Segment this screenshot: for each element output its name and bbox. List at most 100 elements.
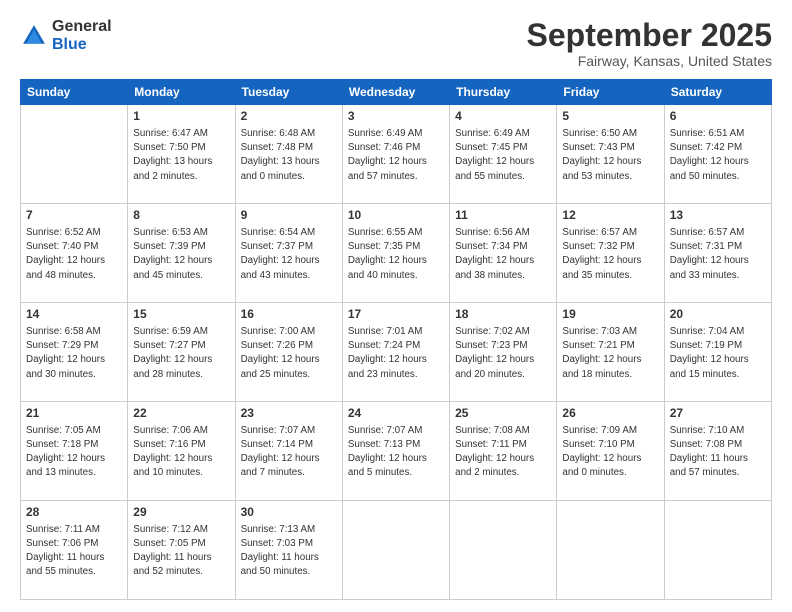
page-title: September 2025 [527,18,772,53]
day-info: Sunrise: 7:02 AMSunset: 7:23 PMDaylight:… [455,325,551,382]
calendar-cell: 13 Sunrise: 6:57 AMSunset: 7:31 PMDayligh… [664,204,771,303]
day-info: Sunrise: 7:09 AMSunset: 7:10 PMDaylight:… [562,424,658,481]
col-sunday: Sunday [21,80,128,105]
calendar-cell: 15Sunrise: 6:59 AMSunset: 7:27 PMDayligh… [128,303,235,402]
calendar-header-row: Sunday Monday Tuesday Wednesday Thursday… [21,80,772,105]
day-info: Sunrise: 6:57 AMSunset: 7:31 PMDaylight:… [670,226,766,283]
calendar-cell: 10 Sunrise: 6:55 AMSunset: 7:35 PMDayligh… [342,204,449,303]
day-number: 24 [348,405,444,422]
day-info: Sunrise: 7:10 AMSunset: 7:08 PMDaylight:… [670,424,766,481]
day-info: Sunrise: 7:06 AMSunset: 7:16 PMDaylight:… [133,424,229,481]
day-info: Sunrise: 7:08 AMSunset: 7:11 PMDaylight:… [455,424,551,481]
day-info: Sunrise: 7:07 AMSunset: 7:14 PMDaylight:… [241,424,337,481]
day-info: Sunrise: 6:55 AMSunset: 7:35 PMDaylight:… [348,226,444,283]
day-number: 28 [26,504,122,521]
calendar-cell: 17Sunrise: 7:01 AMSunset: 7:24 PMDayligh… [342,303,449,402]
calendar-cell [21,105,128,204]
calendar-cell: 12Sunrise: 6:57 AMSunset: 7:32 PMDayligh… [557,204,664,303]
calendar-cell: 2 Sunrise: 6:48 AMSunset: 7:48 PMDaylight… [235,105,342,204]
day-number: 13 [670,207,766,224]
calendar-cell: 3 Sunrise: 6:49 AMSunset: 7:46 PMDaylight… [342,105,449,204]
calendar-cell: 14Sunrise: 6:58 AMSunset: 7:29 PMDayligh… [21,303,128,402]
col-thursday: Thursday [450,80,557,105]
day-number: 5 [562,108,658,125]
day-number: 14 [26,306,122,323]
calendar-week-4: 28 Sunrise: 7:11 AMSunset: 7:06 PMDayligh… [21,501,772,600]
day-info: Sunrise: 6:49 AMSunset: 7:45 PMDaylight:… [455,127,551,184]
day-info: Sunrise: 6:52 AMSunset: 7:40 PMDaylight:… [26,226,122,283]
day-info: Sunrise: 6:56 AMSunset: 7:34 PMDaylight:… [455,226,551,283]
calendar-cell: 16Sunrise: 7:00 AMSunset: 7:26 PMDayligh… [235,303,342,402]
day-info: Sunrise: 6:54 AMSunset: 7:37 PMDaylight:… [241,226,337,283]
day-number: 22 [133,405,229,422]
header: General Blue September 2025 Fairway, Kan… [20,18,772,69]
day-number: 1 [133,108,229,125]
day-info: Sunrise: 6:49 AMSunset: 7:46 PMDaylight:… [348,127,444,184]
calendar-table: Sunday Monday Tuesday Wednesday Thursday… [20,79,772,600]
calendar-cell: 9 Sunrise: 6:54 AMSunset: 7:37 PMDaylight… [235,204,342,303]
day-number: 10 [348,207,444,224]
calendar-cell: 19 Sunrise: 7:03 AMSunset: 7:21 PMDayligh… [557,303,664,402]
calendar-cell: 6Sunrise: 6:51 AMSunset: 7:42 PMDaylight… [664,105,771,204]
logo: General Blue [20,18,112,54]
day-info: Sunrise: 7:11 AMSunset: 7:06 PMDaylight:… [26,523,122,580]
day-number: 18 [455,306,551,323]
day-info: Sunrise: 6:47 AMSunset: 7:50 PMDaylight:… [133,127,229,184]
logo-text-line1: General [52,18,112,36]
calendar-cell [450,501,557,600]
day-number: 30 [241,504,337,521]
calendar-cell: 28 Sunrise: 7:11 AMSunset: 7:06 PMDayligh… [21,501,128,600]
calendar-cell: 22 Sunrise: 7:06 AMSunset: 7:16 PMDayligh… [128,402,235,501]
col-tuesday: Tuesday [235,80,342,105]
calendar-week-1: 7Sunrise: 6:52 AMSunset: 7:40 PMDaylight… [21,204,772,303]
day-number: 3 [348,108,444,125]
day-info: Sunrise: 7:13 AMSunset: 7:03 PMDaylight:… [241,523,337,580]
day-info: Sunrise: 7:03 AMSunset: 7:21 PMDaylight:… [562,325,658,382]
day-info: Sunrise: 7:04 AMSunset: 7:19 PMDaylight:… [670,325,766,382]
day-number: 8 [133,207,229,224]
page-subtitle: Fairway, Kansas, United States [527,53,772,69]
col-wednesday: Wednesday [342,80,449,105]
col-saturday: Saturday [664,80,771,105]
day-number: 27 [670,405,766,422]
calendar-cell: 29Sunrise: 7:12 AMSunset: 7:05 PMDayligh… [128,501,235,600]
col-monday: Monday [128,80,235,105]
day-number: 9 [241,207,337,224]
calendar-cell: 11 Sunrise: 6:56 AMSunset: 7:34 PMDayligh… [450,204,557,303]
calendar-cell: 25Sunrise: 7:08 AMSunset: 7:11 PMDayligh… [450,402,557,501]
calendar-cell: 24 Sunrise: 7:07 AMSunset: 7:13 PMDayligh… [342,402,449,501]
calendar-week-2: 14Sunrise: 6:58 AMSunset: 7:29 PMDayligh… [21,303,772,402]
page: General Blue September 2025 Fairway, Kan… [0,0,792,612]
day-number: 20 [670,306,766,323]
calendar-cell: 8Sunrise: 6:53 AMSunset: 7:39 PMDaylight… [128,204,235,303]
day-number: 19 [562,306,658,323]
calendar-cell: 4 Sunrise: 6:49 AMSunset: 7:45 PMDaylight… [450,105,557,204]
day-info: Sunrise: 6:57 AMSunset: 7:32 PMDaylight:… [562,226,658,283]
day-number: 15 [133,306,229,323]
logo-text-line2: Blue [52,36,112,54]
calendar-cell: 21Sunrise: 7:05 AMSunset: 7:18 PMDayligh… [21,402,128,501]
title-block: September 2025 Fairway, Kansas, United S… [527,18,772,69]
calendar-cell [557,501,664,600]
calendar-cell [342,501,449,600]
logo-icon [20,22,48,50]
day-number: 11 [455,207,551,224]
calendar-cell: 5Sunrise: 6:50 AMSunset: 7:43 PMDaylight… [557,105,664,204]
day-info: Sunrise: 7:05 AMSunset: 7:18 PMDaylight:… [26,424,122,481]
calendar-body: 1 Sunrise: 6:47 AMSunset: 7:50 PMDaylight… [21,105,772,600]
day-number: 23 [241,405,337,422]
calendar-cell: 23 Sunrise: 7:07 AMSunset: 7:14 PMDayligh… [235,402,342,501]
day-number: 2 [241,108,337,125]
day-info: Sunrise: 7:07 AMSunset: 7:13 PMDaylight:… [348,424,444,481]
col-friday: Friday [557,80,664,105]
day-info: Sunrise: 6:48 AMSunset: 7:48 PMDaylight:… [241,127,337,184]
calendar-cell: 7Sunrise: 6:52 AMSunset: 7:40 PMDaylight… [21,204,128,303]
day-number: 26 [562,405,658,422]
day-info: Sunrise: 7:01 AMSunset: 7:24 PMDaylight:… [348,325,444,382]
calendar-cell: 30 Sunrise: 7:13 AMSunset: 7:03 PMDayligh… [235,501,342,600]
calendar-cell [664,501,771,600]
calendar-cell: 26 Sunrise: 7:09 AMSunset: 7:10 PMDayligh… [557,402,664,501]
calendar-cell: 1 Sunrise: 6:47 AMSunset: 7:50 PMDaylight… [128,105,235,204]
day-info: Sunrise: 6:51 AMSunset: 7:42 PMDaylight:… [670,127,766,184]
day-number: 4 [455,108,551,125]
